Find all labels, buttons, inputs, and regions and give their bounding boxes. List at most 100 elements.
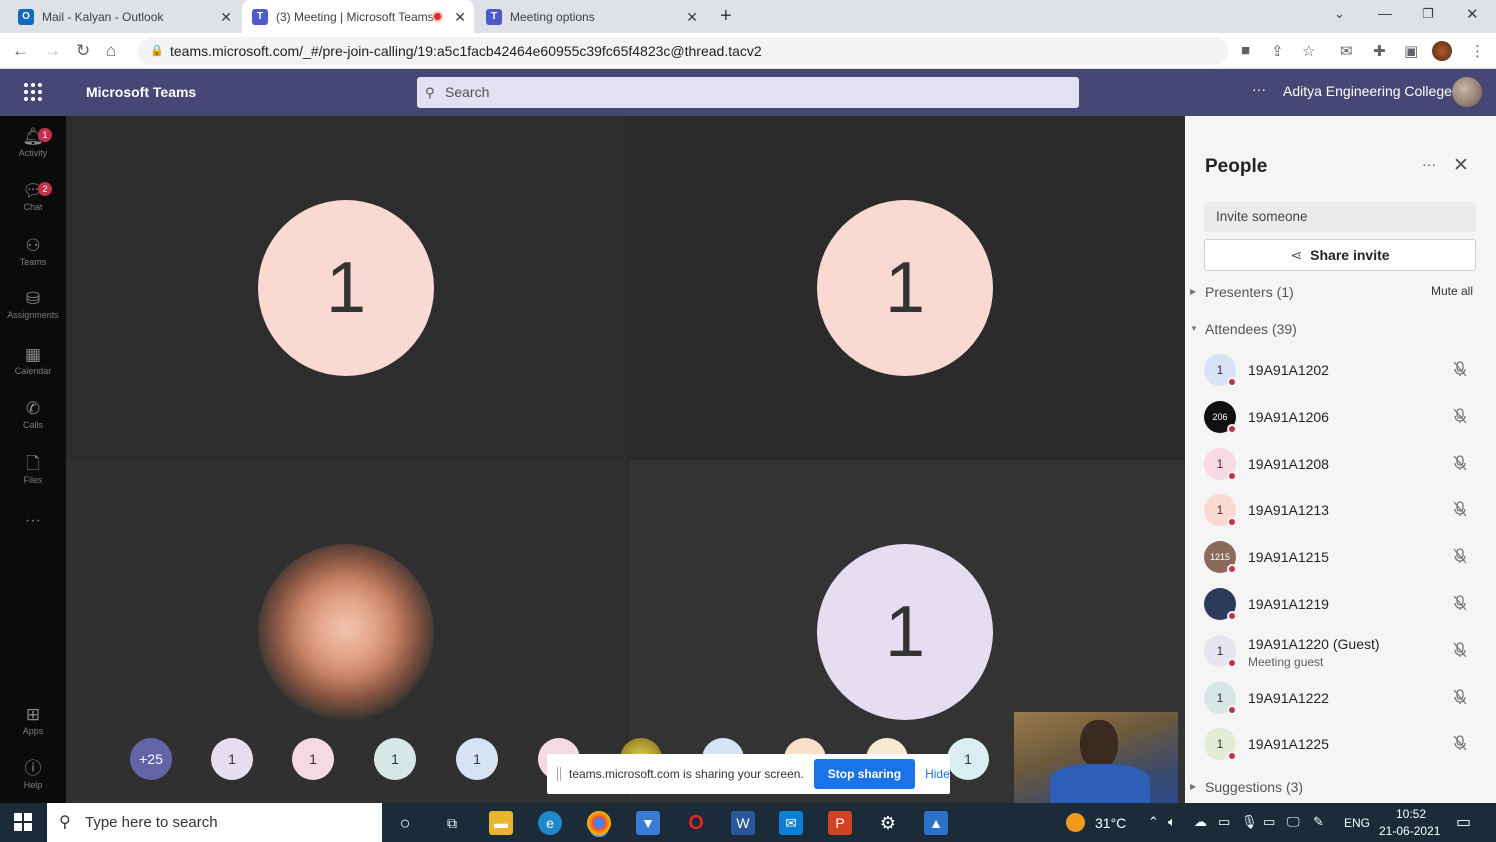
mic-off-icon[interactable] bbox=[1451, 734, 1469, 752]
task-view-icon[interactable]: ⧉ bbox=[440, 811, 464, 835]
participant-avatar[interactable]: 1 bbox=[947, 738, 989, 780]
mail-icon[interactable]: ✉ bbox=[779, 811, 803, 835]
rail-item-help[interactable]: ⓘ Help bbox=[0, 758, 66, 790]
back-icon[interactable]: ← bbox=[12, 41, 29, 61]
weather-icon[interactable] bbox=[1066, 813, 1085, 832]
tab-teams-meeting[interactable]: T (3) Meeting | Microsoft Teams ✕ bbox=[242, 0, 474, 33]
network-icon[interactable]: 🖵︎ bbox=[1287, 814, 1300, 830]
search-input[interactable]: ⚲ Search bbox=[417, 77, 1079, 108]
device-icon[interactable]: ▭ bbox=[1218, 814, 1230, 830]
camera-icon[interactable]: ■ bbox=[1241, 42, 1250, 59]
chrome-icon[interactable] bbox=[587, 811, 611, 835]
overflow-participants-button[interactable]: +25 bbox=[130, 738, 172, 780]
more-options-icon[interactable]: ··· bbox=[1422, 156, 1436, 172]
star-icon[interactable]: ☆ bbox=[1302, 42, 1315, 60]
invite-input[interactable]: Invite someone bbox=[1204, 202, 1476, 232]
participant-avatar[interactable]: 1 bbox=[456, 738, 498, 780]
rail-item-activity[interactable]: 🔔︎ 1 Activity bbox=[0, 126, 66, 158]
stop-sharing-button[interactable]: Stop sharing bbox=[813, 759, 916, 789]
windows-start-icon[interactable] bbox=[14, 813, 32, 831]
restore-icon[interactable]: ❐ bbox=[1422, 6, 1434, 22]
tab-search-icon[interactable]: ⌄ bbox=[1334, 6, 1345, 22]
mic-off-icon[interactable] bbox=[1451, 454, 1469, 472]
rail-item-assignments[interactable]: ⛁ Assignments bbox=[0, 288, 66, 320]
notifications-icon[interactable]: ▭ bbox=[1456, 812, 1471, 832]
attendee-row[interactable]: 1 19A91A1225 bbox=[1185, 720, 1496, 767]
app-icon[interactable]: ▼ bbox=[636, 811, 660, 835]
suggestions-section[interactable]: ▶ Suggestions (3) bbox=[1190, 779, 1303, 795]
more-apps-icon[interactable]: ··· bbox=[0, 512, 66, 530]
drag-handle-icon[interactable] bbox=[557, 767, 561, 781]
rail-item-chat[interactable]: 💬︎ 2 Chat bbox=[0, 180, 66, 212]
rail-item-teams[interactable]: ⚇ Teams bbox=[0, 235, 66, 267]
rail-item-apps[interactable]: ⊞ Apps bbox=[0, 704, 66, 736]
more-options-button[interactable]: ··· bbox=[1252, 81, 1266, 97]
org-name[interactable]: Aditya Engineering College bbox=[1283, 83, 1452, 99]
cortana-icon[interactable]: ○ bbox=[393, 811, 417, 835]
attendee-row[interactable]: 1 19A91A1213 bbox=[1185, 486, 1496, 533]
clock-time[interactable]: 10:52 bbox=[1396, 807, 1426, 821]
mic-off-icon[interactable] bbox=[1451, 594, 1469, 612]
attendees-section[interactable]: ▼ Attendees (39) bbox=[1190, 321, 1297, 337]
mic-off-icon[interactable] bbox=[1451, 407, 1469, 425]
participant-avatar[interactable]: 1 bbox=[292, 738, 334, 780]
hide-button[interactable]: Hide bbox=[925, 767, 950, 781]
attendee-row[interactable]: 1 19A91A1222 bbox=[1185, 674, 1496, 721]
mic-off-icon[interactable] bbox=[1451, 360, 1469, 378]
forward-icon[interactable]: → bbox=[44, 41, 61, 61]
close-icon[interactable]: ✕ bbox=[220, 9, 232, 26]
mic-off-icon[interactable] bbox=[1451, 500, 1469, 518]
puzzle-icon[interactable]: ✚ bbox=[1373, 42, 1386, 60]
reload-icon[interactable]: ↻ bbox=[76, 41, 90, 61]
participant-avatar[interactable]: 1 bbox=[211, 738, 253, 780]
edge-icon[interactable]: e bbox=[538, 811, 562, 835]
weather-temp[interactable]: 31°C bbox=[1095, 815, 1126, 831]
opera-icon[interactable]: O bbox=[684, 811, 708, 835]
settings-icon[interactable]: ⚙ bbox=[876, 811, 900, 835]
tab-outlook[interactable]: O Mail - Kalyan - Outlook ✕ bbox=[8, 0, 240, 33]
video-tile[interactable]: 1 bbox=[628, 116, 1185, 459]
window-close-icon[interactable]: ✕ bbox=[1466, 5, 1479, 23]
pen-icon[interactable]: ✎ bbox=[1313, 814, 1324, 830]
attendee-row[interactable]: 19A91A1219 bbox=[1185, 580, 1496, 627]
powerpoint-icon[interactable]: P bbox=[828, 811, 852, 835]
menu-icon[interactable]: ⋮ bbox=[1470, 42, 1485, 60]
gmail-extension-icon[interactable]: ✉ bbox=[1340, 42, 1353, 60]
mic-off-icon[interactable] bbox=[1451, 547, 1469, 565]
word-icon[interactable]: W bbox=[731, 811, 755, 835]
share-invite-button[interactable]: ⋖ Share invite bbox=[1204, 239, 1476, 271]
address-bar[interactable]: 🔒 teams.microsoft.com/_#/pre-join-callin… bbox=[138, 37, 1228, 65]
share-icon[interactable]: ⇪ bbox=[1271, 42, 1284, 60]
tray-overflow-icon[interactable]: ⌃ bbox=[1148, 814, 1159, 830]
sidepanel-icon[interactable]: ▣ bbox=[1404, 42, 1418, 60]
close-icon[interactable]: ✕ bbox=[454, 9, 466, 26]
onedrive-icon[interactable]: ☁ bbox=[1194, 814, 1207, 830]
attendee-row[interactable]: 1 19A91A1220 (Guest) Meeting guest bbox=[1185, 627, 1496, 674]
new-tab-button[interactable]: + bbox=[720, 5, 732, 28]
self-video-preview[interactable] bbox=[1014, 712, 1178, 804]
profile-avatar[interactable] bbox=[1432, 41, 1452, 61]
battery-icon[interactable]: ▭ bbox=[1263, 814, 1275, 830]
mute-all-button[interactable]: Mute all bbox=[1431, 284, 1473, 298]
user-avatar[interactable] bbox=[1452, 77, 1482, 107]
app-launcher-icon[interactable] bbox=[24, 83, 42, 101]
attendee-row[interactable]: 206 19A91A1206 bbox=[1185, 393, 1496, 440]
close-icon[interactable]: ✕ bbox=[686, 9, 698, 26]
file-explorer-icon[interactable]: ▬ bbox=[489, 811, 513, 835]
language-indicator[interactable]: ENG bbox=[1344, 816, 1370, 830]
tab-meeting-options[interactable]: T Meeting options ✕ bbox=[476, 0, 706, 33]
attendee-row[interactable]: 1 19A91A1202 bbox=[1185, 346, 1496, 393]
home-icon[interactable]: ⌂ bbox=[106, 41, 116, 61]
rail-item-files[interactable]: 🗋 Files bbox=[0, 453, 66, 485]
attendee-row[interactable]: 1215 19A91A1215 bbox=[1185, 533, 1496, 580]
mic-off-icon[interactable] bbox=[1451, 688, 1469, 706]
volume-icon[interactable]: 🔈︎ bbox=[1168, 814, 1176, 830]
mic-off-icon[interactable] bbox=[1451, 641, 1469, 659]
microphone-icon[interactable]: 🎙︎ bbox=[1241, 814, 1258, 830]
clock-date[interactable]: 21-06-2021 bbox=[1379, 824, 1440, 838]
photos-icon[interactable]: ▲ bbox=[924, 811, 948, 835]
rail-item-calls[interactable]: ✆ Calls bbox=[0, 398, 66, 430]
video-tile[interactable]: 1 bbox=[66, 116, 627, 459]
close-panel-icon[interactable]: ✕ bbox=[1453, 154, 1469, 177]
rail-item-calendar[interactable]: ▦ Calendar bbox=[0, 344, 66, 376]
